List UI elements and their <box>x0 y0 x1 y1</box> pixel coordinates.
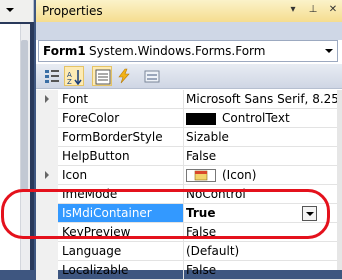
row-gutter <box>36 185 58 204</box>
chevron-down-icon[interactable] <box>325 49 333 53</box>
grid-scrollbar[interactable] <box>337 90 342 270</box>
properties-icon <box>95 69 111 85</box>
property-value[interactable]: True <box>186 206 215 220</box>
property-row-ismdicontainer[interactable]: IsMdiContainer True <box>36 204 342 223</box>
property-row-localizable[interactable]: Localizable False <box>36 261 342 280</box>
property-name: Language <box>62 244 122 258</box>
column-divider[interactable] <box>183 242 184 261</box>
property-value: ControlText <box>222 111 290 125</box>
row-gutter <box>36 223 58 242</box>
property-value[interactable]: NoControl <box>186 187 246 201</box>
row-gutter <box>36 166 58 185</box>
property-value-container[interactable]: ControlText <box>186 111 290 125</box>
property-name: Font <box>62 92 89 106</box>
chevron-down-icon <box>306 212 314 216</box>
column-divider[interactable] <box>183 204 184 223</box>
property-row-keypreview[interactable]: KeyPreview False <box>36 223 342 242</box>
form-icon-preview-icon <box>186 169 216 182</box>
left-scrollbar-thumb[interactable] <box>21 40 28 190</box>
property-name: KeyPreview <box>62 225 131 239</box>
object-type: System.Windows.Forms.Form <box>89 44 266 58</box>
property-value[interactable]: Sizable <box>186 130 229 144</box>
properties-button[interactable] <box>92 66 112 86</box>
column-divider[interactable] <box>183 185 184 204</box>
column-divider[interactable] <box>183 128 184 147</box>
property-row-forecolor[interactable]: ForeColor ControlText <box>36 109 342 128</box>
properties-titlebar: Properties ▾ ⊥ ✕ <box>36 0 342 22</box>
row-gutter <box>36 128 58 147</box>
row-gutter <box>36 242 58 261</box>
svg-text:Z: Z <box>67 78 72 85</box>
property-name: IsMdiContainer <box>62 206 152 220</box>
property-value[interactable]: False <box>186 263 216 277</box>
row-gutter <box>36 261 58 280</box>
column-divider[interactable] <box>183 166 184 185</box>
row-gutter <box>36 90 58 109</box>
property-row-icon[interactable]: Icon (Icon) <box>36 166 342 185</box>
property-pages-icon <box>144 70 160 83</box>
column-divider[interactable] <box>183 261 184 280</box>
column-divider[interactable] <box>183 147 184 166</box>
property-value[interactable]: False <box>186 225 216 239</box>
property-value[interactable]: Microsoft Sans Serif, 8.25 <box>186 92 339 106</box>
property-row-imemode[interactable]: ImeMode NoControl <box>36 185 342 204</box>
properties-window: Properties ▾ ⊥ ✕ Form1 System.Windows.Fo… <box>36 0 342 280</box>
property-name: Localizable <box>62 263 129 277</box>
events-button[interactable] <box>114 66 134 86</box>
property-value[interactable]: (Default) <box>186 244 239 258</box>
property-name: ForeColor <box>62 111 120 125</box>
alphabetical-button[interactable]: A Z <box>64 66 84 86</box>
property-row-formborderstyle[interactable]: FormBorderStyle Sizable <box>36 128 342 147</box>
property-row-font[interactable]: Font Microsoft Sans Serif, 8.25 <box>36 90 342 109</box>
object-name: Form1 <box>43 44 86 58</box>
object-selector-band <box>36 22 342 40</box>
events-icon <box>118 68 130 84</box>
column-divider[interactable] <box>183 223 184 242</box>
column-divider[interactable] <box>183 90 184 109</box>
window-position-dropdown-icon[interactable]: ▾ <box>286 3 300 17</box>
property-name: ImeMode <box>62 187 118 201</box>
close-icon[interactable]: ✕ <box>326 3 340 17</box>
property-row-helpbutton[interactable]: HelpButton False <box>36 147 342 166</box>
property-value: (Icon) <box>222 168 257 182</box>
categorized-button[interactable] <box>42 66 62 86</box>
row-gutter <box>36 147 58 166</box>
property-name: Icon <box>62 168 88 182</box>
alphabetical-icon: A Z <box>67 70 82 85</box>
row-gutter <box>36 204 58 223</box>
property-grid: Font Microsoft Sans Serif, 8.25 ForeColo… <box>36 90 342 280</box>
expand-arrow-icon[interactable] <box>45 95 49 103</box>
property-value[interactable]: False <box>186 149 216 163</box>
property-value-container[interactable]: (Icon) <box>186 168 256 182</box>
property-name: HelpButton <box>62 149 130 163</box>
categorized-icon <box>45 70 59 83</box>
column-divider[interactable] <box>183 109 184 128</box>
pushpin-icon[interactable]: ⊥ <box>306 3 320 17</box>
chevron-down-icon[interactable] <box>6 8 14 12</box>
titlebar-controls: ▾ ⊥ ✕ <box>286 3 340 17</box>
property-pages-button[interactable] <box>142 66 162 86</box>
property-row-language[interactable]: Language (Default) <box>36 242 342 261</box>
left-panel-tab[interactable] <box>0 0 34 22</box>
property-name: FormBorderStyle <box>62 130 163 144</box>
value-dropdown-button[interactable] <box>302 206 317 221</box>
window-title: Properties <box>42 4 103 18</box>
properties-toolbar: A Z <box>36 64 342 89</box>
expand-arrow-icon[interactable] <box>45 171 49 179</box>
object-selector-dropdown[interactable]: Form1 System.Windows.Forms.Form <box>38 40 338 62</box>
row-gutter <box>36 109 58 128</box>
color-swatch-icon <box>186 112 216 125</box>
